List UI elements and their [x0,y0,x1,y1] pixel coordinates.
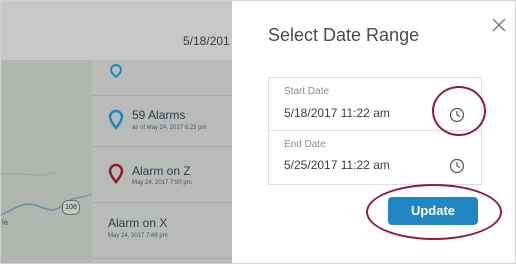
list-item-title: 59 Alarms [132,108,186,122]
background-map: le [0,60,92,264]
list-item-subtitle: May 24, 2017 7:49 pm [108,233,168,239]
background-header: 5/18/201 [0,0,232,60]
map-place-label: le [2,218,9,227]
list-item-title: Alarm on X [108,216,168,230]
annotation-circle-update [366,184,502,240]
start-date-label: Start Date [284,86,330,97]
map-roads [0,171,92,216]
dialog-title: Select Date Range [268,25,420,45]
clock-icon[interactable] [449,158,465,174]
map-pin-icon [110,64,122,78]
annotation-circle-clock [432,86,486,136]
list-item [92,60,232,96]
screen: 5/18/201 le 108 59 Alarms as of May 24, … [0,0,516,264]
background-date-label: 5/18/201 [183,34,230,48]
road-badge: 108 [62,200,80,215]
map-pin-icon [108,163,124,184]
list-item-subtitle: May 24, 2017 7:50 pm [132,180,192,186]
list-item-subtitle: as of May 24, 2017 8:23 pm [132,125,207,131]
list-item: 59 Alarms as of May 24, 2017 8:23 pm [92,96,232,147]
end-date-label: End Date [284,139,326,150]
list-item: Alarm on X May 24, 2017 7:49 pm [92,203,232,259]
map-pin-icon [108,109,124,130]
list-item: Alarm on Z May 24, 2017 7:50 pm [92,147,232,203]
background-app: 5/18/201 le 108 59 Alarms as of May 24, … [0,0,232,264]
start-date-field[interactable]: 5/18/2017 11:22 am [284,106,390,120]
close-icon[interactable] [491,17,507,33]
end-date-field[interactable]: 5/25/2017 11:22 am [284,158,390,172]
list-item-title: Alarm on Z [132,164,191,178]
